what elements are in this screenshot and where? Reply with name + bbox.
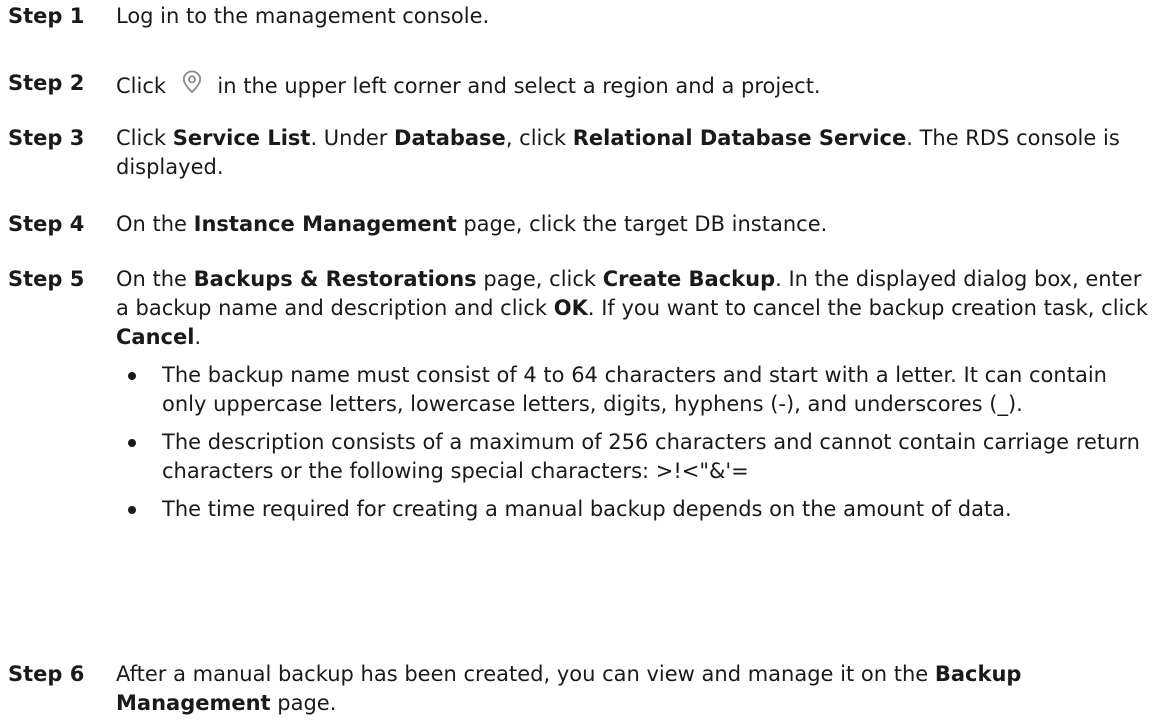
step-text: On the Instance Management page, click t… bbox=[116, 210, 1156, 239]
text-segment: Click bbox=[116, 126, 173, 150]
list-item: The time required for creating a manual … bbox=[116, 495, 1156, 524]
step-body: Log in to the management console. bbox=[116, 2, 1156, 31]
text-segment: After a manual backup has been created, … bbox=[116, 662, 935, 686]
step-text: On the Backups & Restorations page, clic… bbox=[116, 265, 1156, 352]
text-segment: page, click bbox=[476, 267, 603, 291]
step-body: Click in the upper left corner and selec… bbox=[116, 69, 1156, 101]
list-item-text: The time required for creating a manual … bbox=[162, 497, 1012, 521]
list-item: The description consists of a maximum of… bbox=[116, 428, 1156, 486]
text-segment: Click bbox=[116, 74, 173, 98]
text-segment: page. bbox=[270, 691, 337, 715]
step-label: Step 1 bbox=[8, 4, 85, 28]
text-segment: , click bbox=[505, 126, 573, 150]
ui-term: Service List bbox=[172, 126, 311, 150]
ui-term: Create Backup bbox=[602, 267, 776, 291]
list-item-text: The description consists of a maximum of… bbox=[162, 430, 1140, 483]
text-segment: page, click the target DB instance. bbox=[456, 212, 828, 236]
ui-term: Relational Database Service bbox=[572, 126, 907, 150]
ui-term: OK bbox=[553, 296, 588, 320]
text-segment: in the upper left corner and select a re… bbox=[210, 74, 821, 98]
bullet-icon bbox=[128, 506, 136, 514]
ui-term: Instance Management bbox=[193, 212, 457, 236]
ui-term: Database bbox=[394, 126, 506, 150]
step-body: After a manual backup has been created, … bbox=[116, 660, 1156, 718]
step-body: On the Backups & Restorations page, clic… bbox=[116, 265, 1156, 524]
step-label: Step 2 bbox=[8, 71, 85, 95]
step-text: Click Service List. Under Database, clic… bbox=[116, 124, 1156, 182]
text-segment: On the bbox=[116, 212, 194, 236]
text-segment: . Under bbox=[310, 126, 395, 150]
list-item-text: The backup name must consist of 4 to 64 … bbox=[162, 363, 1107, 416]
bullet-icon bbox=[128, 439, 136, 447]
ui-term: Backups & Restorations bbox=[193, 267, 477, 291]
notes-list: The backup name must consist of 4 to 64 … bbox=[116, 361, 1156, 524]
location-pin-icon bbox=[179, 69, 205, 95]
step-label: Step 6 bbox=[8, 662, 85, 686]
list-item: The backup name must consist of 4 to 64 … bbox=[116, 361, 1156, 419]
step-text: Log in to the management console. bbox=[116, 4, 490, 28]
step-label: Step 4 bbox=[8, 212, 85, 236]
step-text: Click in the upper left corner and selec… bbox=[116, 69, 1156, 101]
text-segment: . If you want to cancel the backup creat… bbox=[587, 296, 1149, 320]
ui-term: Cancel bbox=[116, 325, 195, 349]
bullet-icon bbox=[128, 372, 136, 380]
step-text: After a manual backup has been created, … bbox=[116, 660, 1156, 718]
step-label: Step 5 bbox=[8, 267, 85, 291]
step-label: Step 3 bbox=[8, 126, 85, 150]
step-body: On the Instance Management page, click t… bbox=[116, 210, 1156, 239]
step-body: Click Service List. Under Database, clic… bbox=[116, 124, 1156, 182]
text-segment: . bbox=[194, 325, 202, 349]
text-segment: On the bbox=[116, 267, 194, 291]
